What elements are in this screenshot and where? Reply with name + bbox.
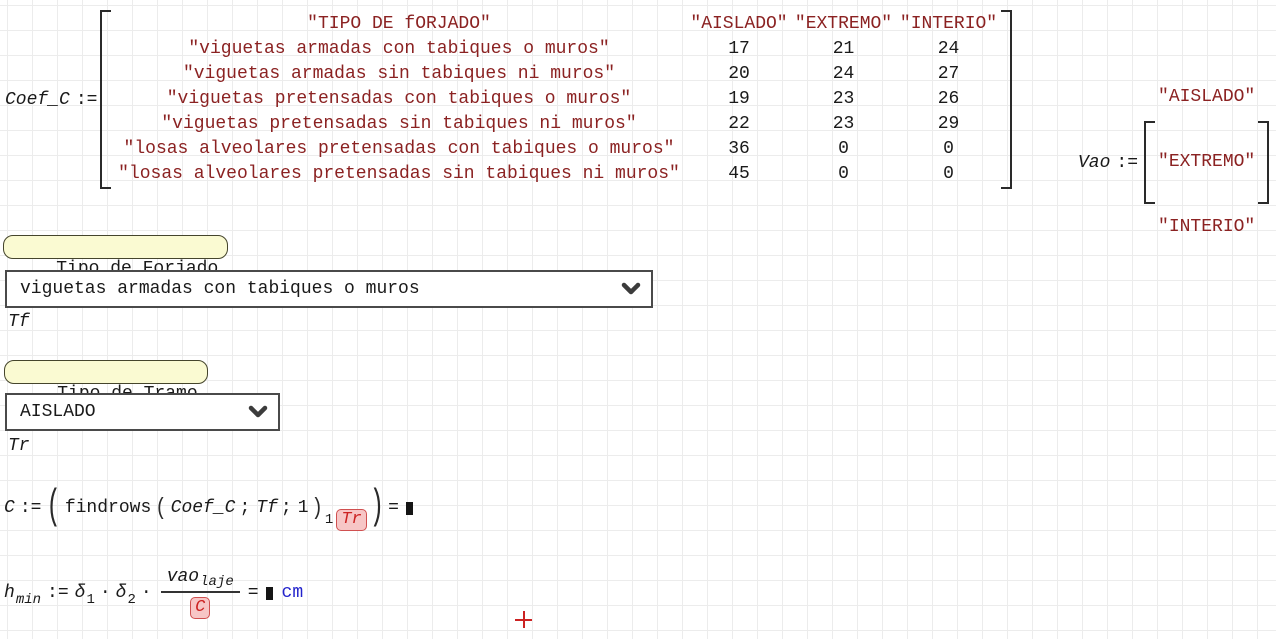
matrix-cell: 36 bbox=[687, 137, 791, 162]
multiply-dot: · bbox=[141, 583, 152, 603]
matrix-cell: 29 bbox=[896, 112, 1001, 137]
vector-item: "INTERIO" bbox=[1155, 215, 1258, 240]
delta-2: δ bbox=[116, 583, 127, 603]
matrix-cell: 27 bbox=[896, 62, 1001, 87]
vao-vector-items: "AISLADO" "EXTREMO" "INTERIO" bbox=[1155, 45, 1258, 280]
multiply-dot: · bbox=[100, 583, 111, 603]
fraction-denominator: C bbox=[189, 593, 211, 619]
matrix-row-name: "losas alveolares pretensadas con tabiqu… bbox=[111, 137, 687, 162]
formula-arg: Coef_C bbox=[171, 498, 236, 518]
coef-matrix-name: Coef_C bbox=[5, 90, 70, 110]
tramo-dropdown[interactable]: AISLADO bbox=[5, 393, 280, 431]
crosshair-vertical bbox=[523, 611, 525, 628]
delta-1-subscript: 1 bbox=[86, 592, 94, 608]
matrix-cell: 21 bbox=[791, 37, 896, 62]
matrix-cell: 26 bbox=[896, 87, 1001, 112]
matrix-header-cell: "TIPO DE fORJADO" bbox=[111, 12, 687, 37]
lhs-subscript: min bbox=[16, 592, 41, 608]
formula-arg: Tf bbox=[256, 498, 278, 518]
open-paren: ( bbox=[46, 484, 60, 531]
open-paren: ( bbox=[155, 495, 166, 521]
matrix-cell: 22 bbox=[687, 112, 791, 137]
unit-label: cm bbox=[282, 583, 304, 603]
matrix-cell: 0 bbox=[791, 162, 896, 187]
forjado-dropdown[interactable]: viguetas armadas con tabiques o muros bbox=[5, 270, 653, 308]
matrix-cell: 23 bbox=[791, 87, 896, 112]
equals-operator: = bbox=[388, 498, 399, 518]
matrix-left-bracket bbox=[100, 10, 111, 189]
numerator-subscript: laje bbox=[200, 574, 234, 594]
vector-item: "EXTREMO" bbox=[1155, 150, 1258, 175]
matrix-cell: 24 bbox=[896, 37, 1001, 62]
coef-matrix-table: "TIPO DE fORJADO" "AISLADO" "EXTREMO" "I… bbox=[111, 12, 1001, 187]
error-highlight-tr[interactable]: Tr bbox=[336, 509, 366, 531]
variable-name: Tr bbox=[8, 436, 30, 456]
assign-operator: := bbox=[1116, 153, 1138, 173]
coef-matrix-region[interactable]: Coef_C := "TIPO DE fORJADO" "AISLADO" "EX… bbox=[5, 10, 1012, 189]
vao-vector-region[interactable]: Vao := "AISLADO" "EXTREMO" "INTERIO" bbox=[1078, 45, 1269, 280]
matrix-index-subscript: 1 Tr bbox=[323, 509, 368, 531]
vector-right-bracket bbox=[1258, 121, 1269, 204]
matrix-header-cell: "INTERIO" bbox=[896, 12, 1001, 37]
row-index: 1 bbox=[325, 512, 333, 528]
formula-c-lhs: C bbox=[4, 498, 15, 518]
matrix-cell: 0 bbox=[896, 137, 1001, 162]
result-placeholder-box bbox=[406, 502, 413, 515]
numerator-variable: vao bbox=[167, 567, 199, 587]
matrix-header-cell: "AISLADO" bbox=[687, 12, 791, 37]
smath-worksheet: Coef_C := "TIPO DE fORJADO" "AISLADO" "EX… bbox=[0, 0, 1276, 639]
tag-tipo-de-forjado[interactable]: Tipo de Forjado bbox=[3, 235, 228, 259]
matrix-row-name: "viguetas pretensadas sin tabiques ni mu… bbox=[111, 112, 687, 137]
assign-operator: := bbox=[47, 583, 69, 603]
matrix-row-name: "losas alveolares pretensadas sin tabiqu… bbox=[111, 162, 687, 187]
matrix-cell: 19 bbox=[687, 87, 791, 112]
matrix-cell: 0 bbox=[791, 137, 896, 162]
matrix-cell: 45 bbox=[687, 162, 791, 187]
assign-operator: := bbox=[20, 498, 42, 518]
chevron-down-icon[interactable] bbox=[247, 405, 269, 419]
tramo-dropdown-value: AISLADO bbox=[20, 402, 96, 422]
matrix-row-name: "viguetas pretensadas con tabiques o mur… bbox=[111, 87, 687, 112]
fraction-numerator: vaolaje bbox=[161, 567, 240, 593]
matrix-cell: 20 bbox=[687, 62, 791, 87]
matrix-cell: 0 bbox=[896, 162, 1001, 187]
tag-tipo-de-tramo[interactable]: Tipo de Tramo bbox=[4, 360, 208, 384]
function-name: findrows bbox=[65, 498, 151, 518]
variable-name: Tf bbox=[8, 312, 30, 332]
formula-hmin-region[interactable]: hmin := δ1 · δ2 · vaolaje C = cm bbox=[4, 558, 303, 628]
matrix-row-name: "viguetas armadas sin tabiques ni muros" bbox=[111, 62, 687, 87]
chevron-down-icon[interactable] bbox=[620, 282, 642, 296]
delta-2-subscript: 2 bbox=[127, 592, 135, 608]
formula-hmin-lhs: h bbox=[4, 583, 15, 603]
formula-arg: 1 bbox=[298, 498, 309, 518]
fraction: vaolaje C bbox=[161, 567, 240, 619]
vao-assignment: Vao := bbox=[1078, 153, 1138, 173]
matrix-cell: 24 bbox=[791, 62, 896, 87]
matrix-header-cell: "EXTREMO" bbox=[791, 12, 896, 37]
red-crosshair-cursor-icon bbox=[515, 611, 532, 628]
forjado-variable[interactable]: Tf bbox=[8, 312, 30, 332]
separator: ; bbox=[281, 498, 292, 518]
forjado-dropdown-value: viguetas armadas con tabiques o muros bbox=[20, 279, 420, 299]
vao-name: Vao bbox=[1078, 153, 1110, 173]
matrix-cell: 23 bbox=[791, 112, 896, 137]
equals-operator: = bbox=[248, 583, 259, 603]
matrix-right-bracket bbox=[1001, 10, 1012, 189]
separator: ; bbox=[239, 498, 250, 518]
vector-item: "AISLADO" bbox=[1155, 85, 1258, 110]
formula-c-region[interactable]: C := ( findrows ( Coef_C ; Tf ; 1 ) 1 Tr… bbox=[4, 486, 416, 530]
coef-matrix-assignment: Coef_C := bbox=[5, 90, 100, 110]
result-placeholder-box bbox=[266, 587, 273, 600]
vector-left-bracket bbox=[1144, 121, 1155, 204]
error-highlight-c[interactable]: C bbox=[190, 597, 210, 619]
matrix-cell: 17 bbox=[687, 37, 791, 62]
delta-1: δ bbox=[75, 583, 86, 603]
matrix-row-name: "viguetas armadas con tabiques o muros" bbox=[111, 37, 687, 62]
close-paren: ) bbox=[370, 484, 384, 531]
tramo-variable[interactable]: Tr bbox=[8, 436, 30, 456]
assign-operator: := bbox=[76, 90, 98, 110]
close-paren: ) bbox=[312, 495, 323, 521]
